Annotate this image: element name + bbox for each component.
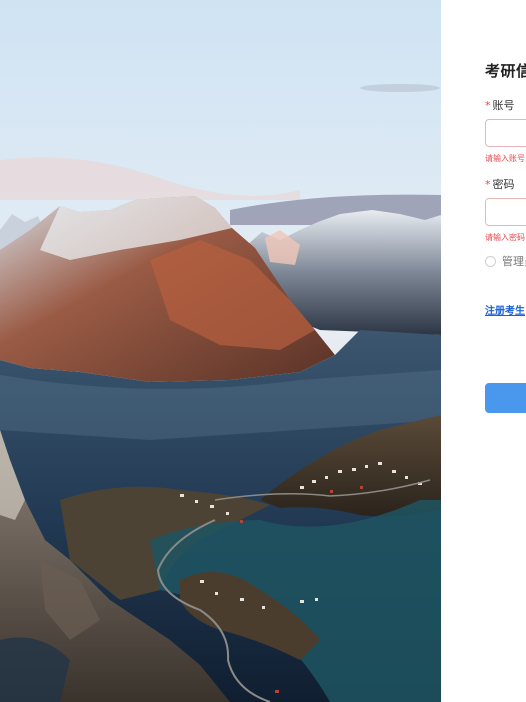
required-marker: * [485,99,491,112]
admin-option[interactable]: 管理员 [485,253,526,269]
admin-option-label: 管理员 [502,255,526,268]
account-label-text: 账号 [492,99,515,112]
register-link[interactable]: 注册考生 [485,302,525,317]
account-label: * 账号 [485,97,515,113]
required-marker: * [485,178,491,191]
password-label-text: 密码 [492,178,515,191]
account-input[interactable] [485,119,526,147]
password-error: 请输入密码 [485,233,525,242]
login-button[interactable] [485,383,526,413]
login-panel: 考研信 *账号 请输入账号 *密码 请输入密码 管理员 注册考生 [441,0,526,702]
password-label: * 密码 [485,176,515,192]
radio-icon[interactable] [485,255,496,267]
page-title: 考研信 [485,62,526,80]
hero-landscape-image [0,0,441,702]
password-input[interactable] [485,198,526,226]
account-error: 请输入账号 [485,154,525,163]
